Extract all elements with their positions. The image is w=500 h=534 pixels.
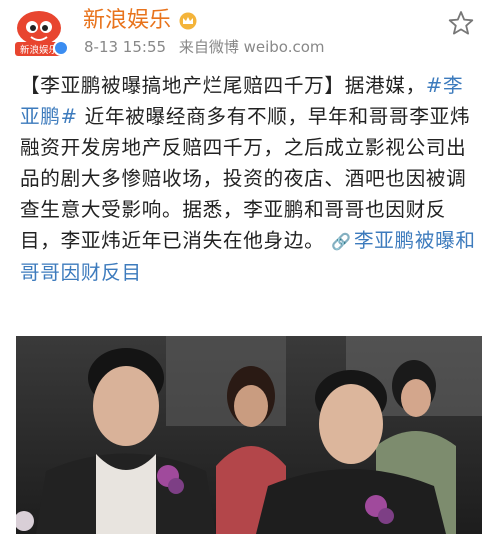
post-time: 8-13 15:55 [84,38,167,56]
post-headline: 【李亚鹏被曝搞地产烂尾赔四千万】 [20,74,345,97]
account-name[interactable]: 新浪娱乐 [83,8,171,34]
star-icon[interactable] [448,10,474,36]
post-body: 【李亚鹏被曝搞地产烂尾赔四千万】据港媒，#李亚鹏# 近年被曝经商多有不顺，早年和… [20,70,482,288]
post-source[interactable]: 来自微博 weibo.com [179,38,325,56]
post-meta: 8-13 15:55 来自微博 weibo.com [84,37,333,57]
post-header: 新浪娱乐 新浪娱乐 8-13 15:55 来自微博 weibo.com [0,0,500,66]
link-icon: 🔗 [331,232,352,251]
verified-badge-icon [53,40,69,56]
post-text-lead: 据港媒， [344,74,426,97]
post-photo[interactable] [16,336,482,534]
crown-icon [179,12,197,30]
